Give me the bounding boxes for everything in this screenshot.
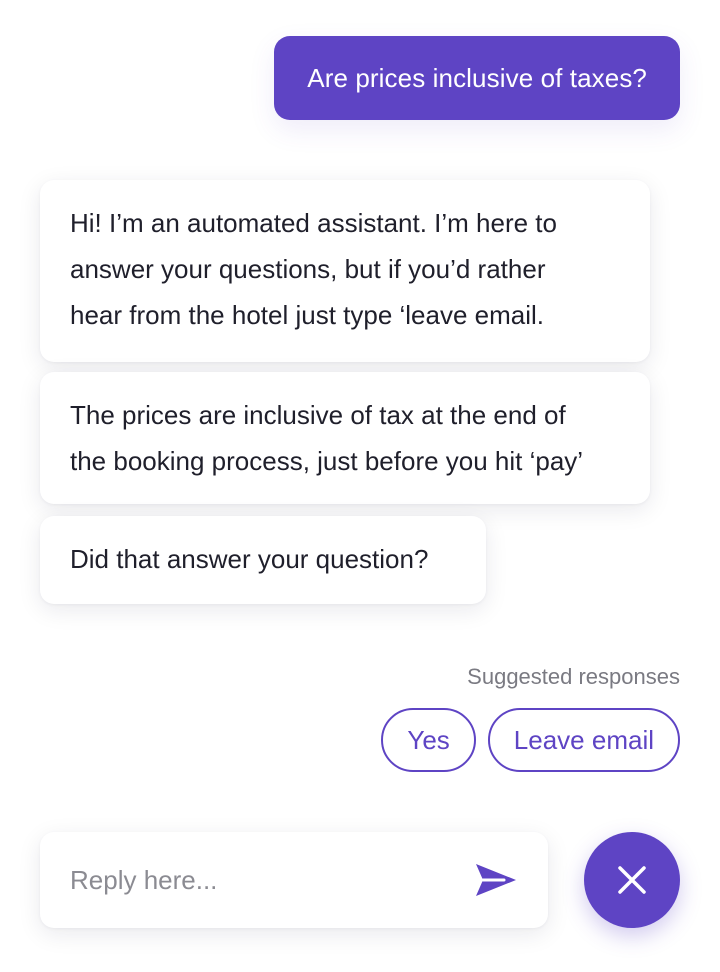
chat-widget: Are prices inclusive of taxes? Hi! I’m a… [0, 0, 720, 972]
suggestion-yes-button[interactable]: Yes [381, 708, 476, 772]
suggested-responses-label: Suggested responses [467, 664, 680, 689]
close-chat-button[interactable] [584, 832, 680, 928]
suggested-responses: Yes Leave email [381, 708, 680, 772]
send-button[interactable] [472, 856, 520, 904]
bot-message-line: Hi! I’m an automated assistant. I’m here… [70, 208, 557, 238]
bot-message-line: Did that answer your question? [70, 544, 429, 574]
close-icon [618, 866, 646, 894]
bot-message-bubble: The prices are inclusive of tax at the e… [40, 372, 650, 504]
reply-composer [40, 832, 548, 928]
reply-input[interactable] [70, 864, 472, 896]
bot-message-bubble: Did that answer your question? [40, 516, 486, 604]
bot-message-line: the booking process, just before you hit… [70, 446, 584, 476]
send-icon [476, 864, 516, 896]
user-message-text: Are prices inclusive of taxes? [307, 62, 647, 93]
bot-message-line: The prices are inclusive of tax at the e… [70, 400, 566, 430]
suggestion-leave-email-button[interactable]: Leave email [487, 708, 680, 772]
bot-message-line: answer your questions, but if you’d rath… [70, 254, 546, 284]
user-message-bubble: Are prices inclusive of taxes? [274, 36, 680, 120]
bot-message-bubble: Hi! I’m an automated assistant. I’m here… [40, 180, 650, 362]
bot-message-line: hear from the hotel just type ‘leave ema… [70, 300, 545, 330]
